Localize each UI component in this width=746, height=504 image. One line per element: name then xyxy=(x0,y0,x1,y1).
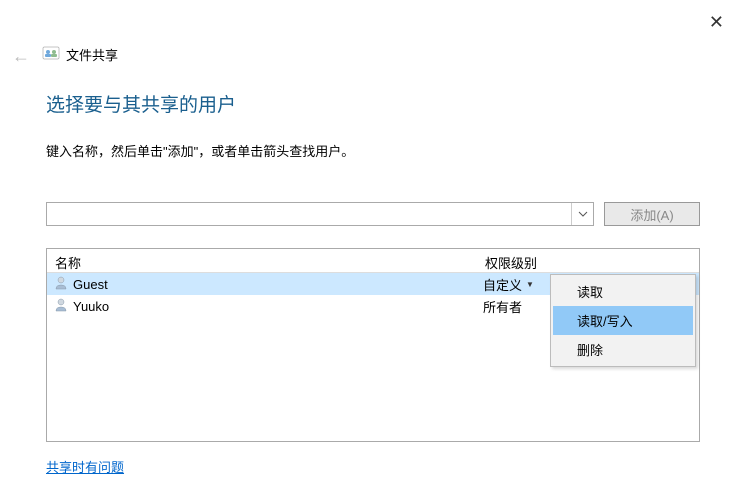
menu-item-read-write[interactable]: 读取/写入 xyxy=(553,306,693,335)
column-permission-header[interactable]: 权限级别 xyxy=(477,249,699,272)
user-name: Yuuko xyxy=(73,299,109,314)
user-table: 名称 权限级别 Guest 自定义 ▼ xyxy=(46,248,700,442)
user-name: Guest xyxy=(73,277,108,292)
back-button[interactable]: ← xyxy=(12,46,30,67)
user-search-dropdown-icon[interactable] xyxy=(571,203,593,225)
close-button[interactable]: ✕ xyxy=(701,8,732,37)
help-link[interactable]: 共享时有问题 xyxy=(46,457,124,476)
table-header: 名称 权限级别 xyxy=(47,249,699,273)
header: 文件共享 xyxy=(42,44,118,65)
file-sharing-icon xyxy=(42,44,60,65)
instruction-text: 键入名称，然后单击"添加"，或者单击箭头查找用户。 xyxy=(46,141,700,160)
user-search-input[interactable] xyxy=(47,203,569,225)
menu-item-remove[interactable]: 删除 xyxy=(553,335,693,364)
add-button[interactable]: 添加(A) xyxy=(604,202,700,226)
page-heading: 选择要与其共享的用户 xyxy=(46,90,700,117)
user-search-combo[interactable] xyxy=(46,202,594,226)
permission-context-menu: 读取 读取/写入 删除 xyxy=(550,274,696,367)
column-name-header[interactable]: 名称 xyxy=(47,249,477,272)
menu-item-read[interactable]: 读取 xyxy=(553,277,693,306)
user-icon xyxy=(53,297,69,316)
chevron-down-icon: ▼ xyxy=(526,280,534,289)
permission-value: 自定义 xyxy=(483,275,522,294)
permission-value: 所有者 xyxy=(483,297,522,316)
window-title: 文件共享 xyxy=(66,45,118,64)
user-icon xyxy=(53,275,69,294)
